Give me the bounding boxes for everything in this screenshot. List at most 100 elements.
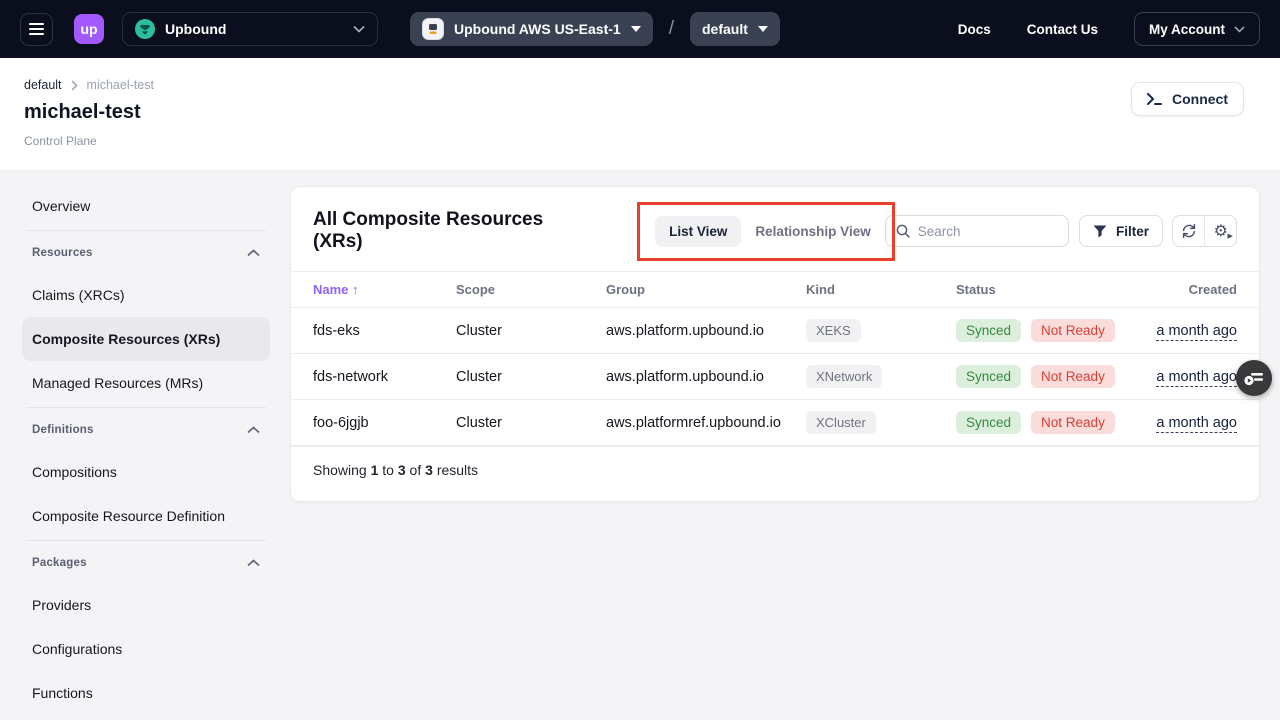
sidebar-section-resources[interactable]: Resources: [22, 233, 270, 273]
page-subtitle: Control Plane: [24, 134, 1244, 148]
breadcrumb-root-link[interactable]: default: [24, 78, 62, 92]
my-account-dropdown[interactable]: My Account: [1134, 12, 1260, 46]
content-area: Overview Resources Claims (XRCs) Composi…: [0, 170, 1280, 720]
sidebar-item-label: Claims (XRCs): [32, 287, 125, 303]
gear-play-icon: ⚙▶: [1214, 223, 1228, 239]
cell-status: Synced Not Ready: [956, 411, 1146, 434]
nav-link-docs[interactable]: Docs: [958, 22, 991, 37]
section-label: Definitions: [32, 424, 94, 436]
table-row[interactable]: fds-network Cluster aws.platform.upbound…: [291, 354, 1259, 400]
table-row[interactable]: fds-eks Cluster aws.platform.upbound.io …: [291, 308, 1259, 354]
sidebar-item-composite-resources-xrs[interactable]: Composite Resources (XRs): [22, 317, 270, 361]
tab-list-view[interactable]: List View: [655, 216, 741, 247]
sidebar-item-compositions[interactable]: Compositions: [22, 450, 270, 494]
chevron-down-icon: [1234, 20, 1245, 38]
cell-scope: Cluster: [456, 415, 606, 431]
nav-link-contact-us[interactable]: Contact Us: [1027, 22, 1098, 37]
controlplane-selector-dropdown[interactable]: Upbound AWS US-East-1: [410, 12, 653, 46]
sidebar-item-configurations[interactable]: Configurations: [22, 627, 270, 671]
cell-group: aws.platform.upbound.io: [606, 323, 806, 339]
view-toggle: List View Relationship View: [655, 216, 885, 247]
navbar-right-links: Docs Contact Us My Account: [958, 12, 1260, 46]
card-title: All Composite Resources (XRs): [313, 209, 585, 253]
cell-created: a month ago: [1156, 415, 1237, 431]
cell-created: a month ago: [1156, 369, 1237, 385]
sidebar-item-label: Overview: [32, 198, 90, 214]
status-badge-synced: Synced: [956, 319, 1021, 342]
results-text: to: [382, 462, 394, 478]
my-account-label: My Account: [1149, 22, 1225, 37]
sidebar-item-composite-resource-definition[interactable]: Composite Resource Definition: [22, 494, 270, 538]
connect-button[interactable]: Connect: [1131, 82, 1244, 116]
composite-resources-card: All Composite Resources (XRs) List View …: [290, 186, 1260, 502]
created-timestamp[interactable]: a month ago: [1156, 369, 1237, 387]
auto-refresh-settings-button[interactable]: ⚙▶: [1204, 216, 1236, 246]
results-total: 3: [425, 462, 433, 478]
sidebar-divider: [26, 540, 266, 541]
tab-relationship-view[interactable]: Relationship View: [741, 216, 884, 247]
breadcrumb: default michael-test: [24, 78, 1244, 92]
sidebar-item-providers[interactable]: Providers: [22, 583, 270, 627]
column-header-group[interactable]: Group: [606, 282, 806, 297]
cell-kind: XEKS: [806, 319, 956, 342]
cell-kind: XCluster: [806, 411, 956, 434]
sort-ascending-icon: ↑: [352, 282, 359, 297]
org-selector-dropdown[interactable]: Upbound: [122, 12, 378, 46]
group-selector-label: default: [702, 21, 748, 37]
sidebar-item-label: Configurations: [32, 641, 122, 657]
status-badge-synced: Synced: [956, 365, 1021, 388]
guide-widget-button[interactable]: [1236, 360, 1272, 396]
sidebar-item-label: Compositions: [32, 464, 117, 480]
cell-scope: Cluster: [456, 323, 606, 339]
status-badge-not-ready: Not Ready: [1031, 365, 1115, 388]
hamburger-menu-icon: [29, 23, 44, 35]
column-header-scope[interactable]: Scope: [456, 282, 606, 297]
page-header: default michael-test michael-test Contro…: [0, 58, 1280, 170]
refresh-button[interactable]: [1173, 216, 1204, 246]
org-selector-label: Upbound: [165, 21, 226, 37]
kind-badge: XNetwork: [806, 365, 882, 388]
column-header-status[interactable]: Status: [956, 282, 1146, 297]
column-label: Name: [313, 282, 348, 297]
created-timestamp[interactable]: a month ago: [1156, 323, 1237, 341]
sidebar-item-claims-xrcs[interactable]: Claims (XRCs): [22, 273, 270, 317]
created-timestamp[interactable]: a month ago: [1156, 415, 1237, 433]
kind-badge: XCluster: [806, 411, 876, 434]
hamburger-menu-button[interactable]: [20, 13, 53, 46]
controlplane-selector-label: Upbound AWS US-East-1: [454, 21, 621, 37]
results-from: 1: [371, 462, 379, 478]
sidebar-divider: [26, 407, 266, 408]
org-avatar-icon: [135, 19, 155, 39]
terminal-icon: [1147, 93, 1163, 105]
search-box[interactable]: [885, 215, 1069, 247]
column-header-created[interactable]: Created: [1189, 282, 1237, 297]
breadcrumb-chevron-icon: [71, 80, 78, 91]
group-selector-dropdown[interactable]: default: [690, 12, 780, 46]
cell-created: a month ago: [1156, 323, 1237, 339]
sidebar-divider: [26, 230, 266, 231]
sidebar-section-definitions[interactable]: Definitions: [22, 410, 270, 450]
section-label: Packages: [32, 557, 87, 569]
search-input[interactable]: [918, 224, 1048, 239]
search-icon: [896, 224, 910, 238]
cell-group: aws.platform.upbound.io: [606, 369, 806, 385]
filter-button[interactable]: Filter: [1079, 215, 1163, 247]
sidebar-item-overview[interactable]: Overview: [22, 184, 270, 228]
path-separator: /: [669, 18, 674, 40]
results-text: of: [410, 462, 422, 478]
dropdown-caret-icon: [758, 26, 768, 32]
sidebar-item-functions[interactable]: Functions: [22, 671, 270, 715]
page-title: michael-test: [24, 101, 1244, 124]
sidebar-item-managed-resources-mrs[interactable]: Managed Resources (MRs): [22, 361, 270, 405]
cell-status: Synced Not Ready: [956, 319, 1146, 342]
table-row[interactable]: foo-6jgjb Cluster aws.platformref.upboun…: [291, 400, 1259, 446]
cell-name: foo-6jgjb: [313, 415, 456, 431]
sidebar-section-packages[interactable]: Packages: [22, 543, 270, 583]
table-actions-group: ⚙▶: [1172, 215, 1237, 247]
chevron-up-icon: [247, 244, 260, 262]
status-badge-synced: Synced: [956, 411, 1021, 434]
upbound-logo[interactable]: up: [74, 14, 104, 44]
kind-badge: XEKS: [806, 319, 861, 342]
column-header-name[interactable]: Name ↑: [313, 282, 456, 297]
column-header-kind[interactable]: Kind: [806, 282, 956, 297]
